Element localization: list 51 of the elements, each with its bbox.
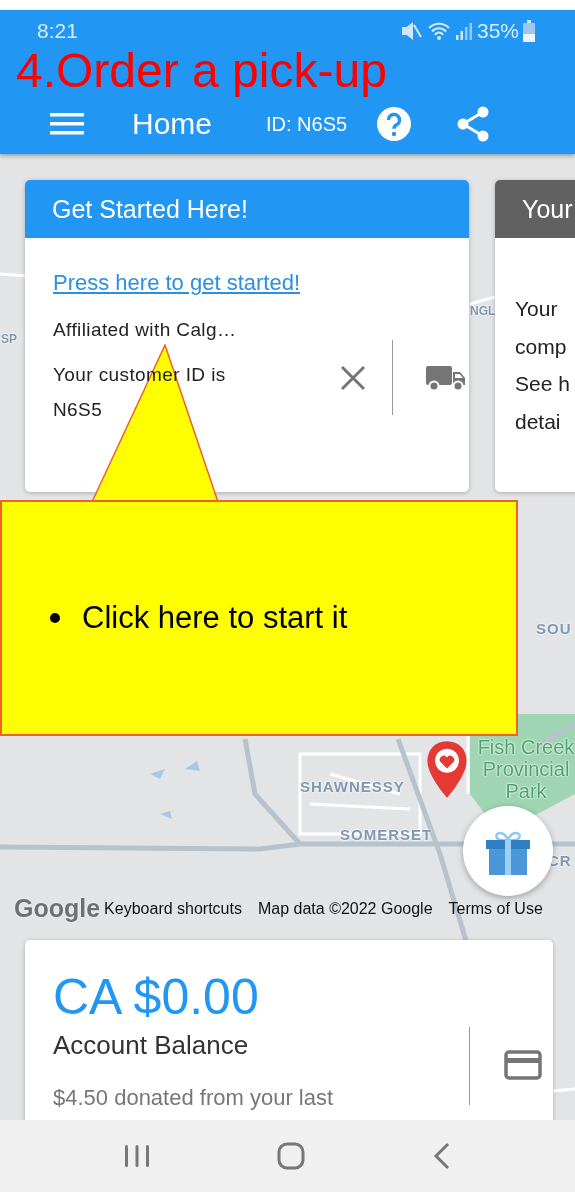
- card-text-line: Your: [515, 296, 559, 322]
- help-button[interactable]: [376, 106, 412, 142]
- close-icon: [339, 364, 367, 392]
- home-icon: [277, 1142, 306, 1170]
- help-icon: [376, 106, 412, 142]
- status-time: 8:21: [37, 19, 78, 43]
- card-text-line: comp: [515, 333, 568, 360]
- donation-note: $4.50 donated from your last: [53, 1085, 335, 1111]
- credit-card-icon: [504, 1050, 542, 1080]
- home-button[interactable]: [277, 1142, 306, 1170]
- map-label: SOMERSET: [340, 826, 433, 843]
- menu-button[interactable]: [50, 111, 84, 137]
- signal-icon: [454, 21, 473, 41]
- google-logo: Google: [14, 894, 101, 923]
- battery-icon: [523, 20, 535, 42]
- map-label: Fish Creek Provincial Park: [476, 736, 575, 802]
- back-button[interactable]: [433, 1142, 452, 1170]
- card-title: Get Started Here!: [52, 194, 248, 224]
- map-label: SHAWNESSY: [300, 778, 405, 795]
- annotation-title: 4.Order a pick-up: [16, 47, 387, 95]
- truck-icon: [426, 364, 466, 392]
- screen-title: Home: [132, 107, 214, 141]
- map-label: SP: [1, 332, 17, 346]
- back-icon: [433, 1142, 452, 1170]
- balance-amount: CA $0.00: [53, 968, 260, 1027]
- menu-icon: [50, 111, 84, 137]
- wifi-icon: [426, 21, 451, 41]
- payment-button[interactable]: [504, 1050, 542, 1080]
- share-icon: [456, 106, 490, 142]
- pond-shapes: [150, 761, 200, 819]
- map-pin-icon[interactable]: [425, 739, 469, 800]
- share-button[interactable]: [456, 106, 490, 142]
- map-label: SOU: [536, 620, 572, 637]
- map-label: NGL: [470, 304, 496, 318]
- mute-icon: [400, 21, 423, 41]
- callout-text: Click here to start it: [82, 600, 348, 636]
- keyboard-shortcuts-link[interactable]: Keyboard shortcuts: [104, 899, 242, 918]
- recents-icon: [123, 1144, 150, 1168]
- close-button[interactable]: [339, 364, 367, 392]
- card-text-line: detai: [515, 408, 562, 435]
- balance-label: Account Balance: [53, 1030, 250, 1061]
- card-title: Your: [522, 194, 573, 224]
- affiliation-text: Affiliated with Calg…: [53, 318, 238, 342]
- recents-button[interactable]: [123, 1144, 150, 1168]
- pickup-button[interactable]: [426, 364, 466, 392]
- battery-level: 35%: [476, 19, 519, 43]
- terms-link[interactable]: Terms of Use: [448, 899, 543, 918]
- bullet-icon: [50, 613, 60, 623]
- map-data-text: Map data ©2022 Google: [257, 899, 433, 918]
- card-text-line: See h: [515, 371, 571, 397]
- customer-id-label: ID: N6S5: [266, 112, 349, 136]
